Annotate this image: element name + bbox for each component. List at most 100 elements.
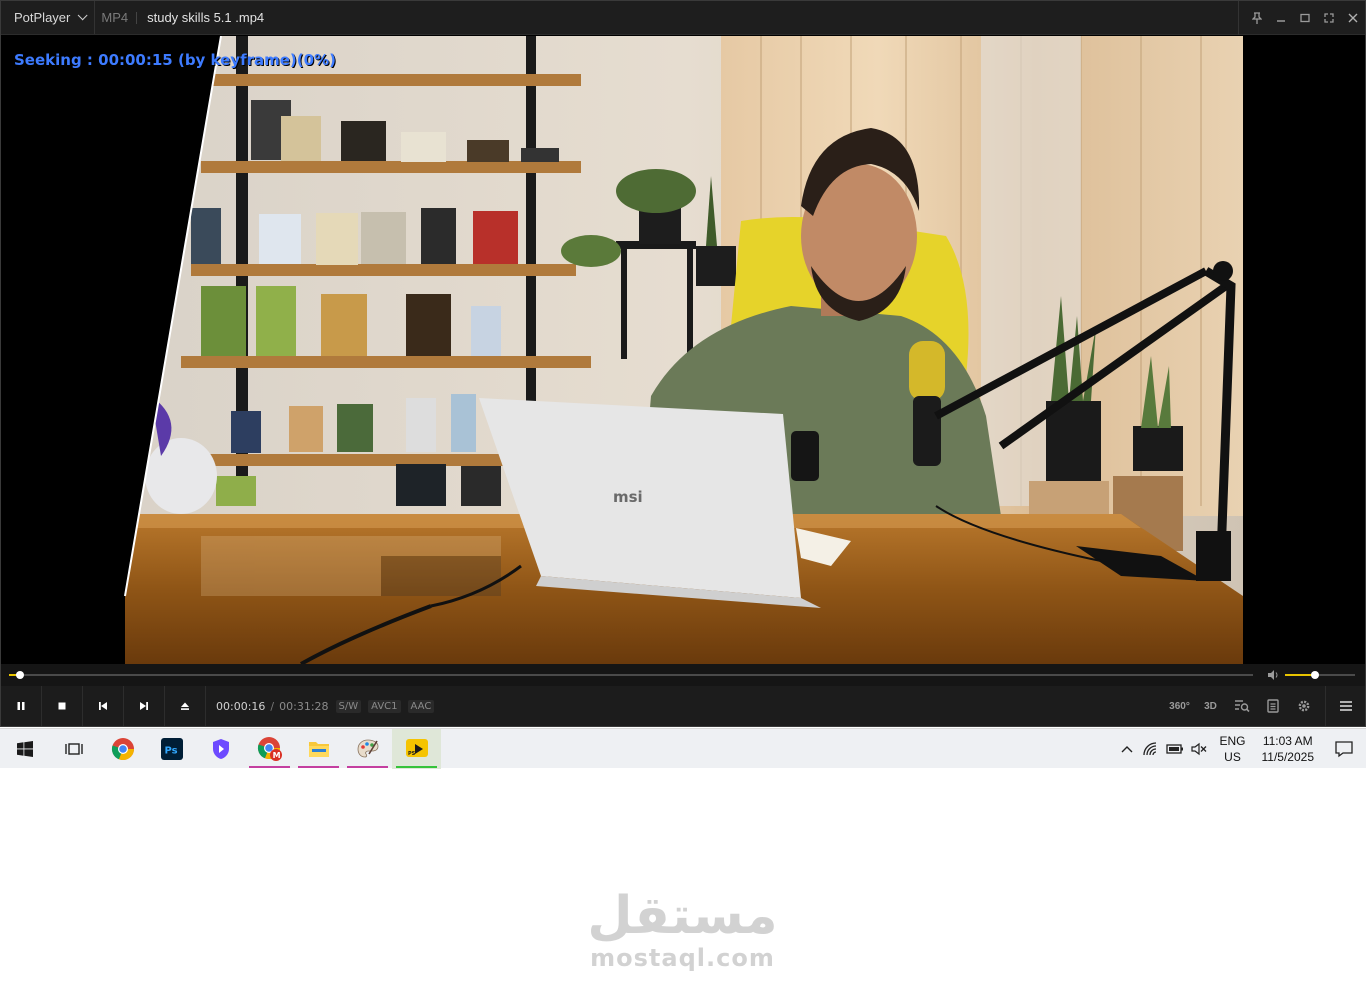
svg-text:msi: msi (613, 488, 643, 506)
stop-icon (58, 702, 66, 710)
system-tray: ENG US 11:03 AM 11/5/2025 (1115, 729, 1366, 769)
maximize-button[interactable] (1293, 6, 1317, 30)
volume-slider[interactable] (1285, 671, 1355, 679)
paint-taskbar-button[interactable] (343, 729, 392, 769)
clock-date: 11/5/2025 (1261, 750, 1315, 764)
keyboard-layout: US (1224, 750, 1241, 764)
svg-text:PS: PS (408, 751, 416, 757)
windows-taskbar: Ps M PS ENG US 11:03 AM 11/5/2025 (0, 728, 1366, 769)
time-separator: / (270, 699, 275, 713)
playlist-search-button[interactable] (1226, 686, 1257, 726)
stop-button[interactable] (42, 686, 83, 726)
video-frame: msi (124, 36, 1243, 664)
wifi-icon (1143, 742, 1157, 756)
running-indicator (347, 765, 388, 768)
minimize-button[interactable] (1269, 6, 1293, 30)
video-area[interactable]: Seeking : 00:00:15 (by keyframe)(0%) msi (1, 36, 1365, 664)
chevron-up-icon (1121, 746, 1133, 753)
proton-vpn-taskbar-button[interactable] (196, 729, 245, 769)
window-controls (1238, 1, 1365, 35)
language-indicator[interactable]: ENG US (1211, 733, 1253, 765)
chrome-taskbar-button[interactable] (98, 729, 147, 769)
3d-label: 3D (1204, 700, 1217, 712)
title-bar: PotPlayer MP4 study skills 5.1 .mp4 (1, 1, 1365, 35)
pause-icon (17, 702, 25, 710)
start-button[interactable] (0, 729, 49, 769)
control-bar: 00:00:16 / 00:31:28 S/W AVC1 AAC 360° 3D (1, 686, 1365, 726)
skip-next-icon (140, 702, 148, 710)
time-info: 00:00:16 / 00:31:28 S/W AVC1 AAC (206, 699, 435, 713)
volume-handle[interactable] (1311, 671, 1320, 679)
pin-icon (1252, 12, 1262, 24)
speaker-muted-icon (1191, 742, 1207, 756)
maximize-icon (1300, 13, 1310, 23)
decoder-tag[interactable]: S/W (335, 699, 362, 713)
close-button[interactable] (1341, 6, 1365, 30)
next-button[interactable] (124, 686, 165, 726)
seek-osd-text: Seeking : 00:00:15 (by keyframe)(0%) (14, 51, 336, 69)
total-time: 00:31:28 (279, 699, 329, 713)
network-button[interactable] (1139, 729, 1163, 769)
clock[interactable]: 11:03 AM 11/5/2025 (1254, 733, 1323, 765)
vr-360-button[interactable]: 360° (1164, 686, 1195, 726)
playlist-icon (1266, 699, 1279, 713)
chrome-icon (111, 737, 134, 760)
running-indicator (298, 765, 339, 768)
task-view-button[interactable] (49, 729, 98, 769)
volume-icon[interactable] (1267, 669, 1279, 681)
clock-time: 11:03 AM (1262, 734, 1313, 748)
volume-tray-button[interactable] (1187, 729, 1211, 769)
watermark-arabic: مستقل (587, 886, 778, 946)
potplayer-icon: PS (405, 738, 428, 757)
format-label: MP4 (95, 11, 138, 24)
open-file-button[interactable] (165, 686, 206, 726)
photoshop-icon: Ps (160, 737, 183, 760)
file-explorer-taskbar-button[interactable] (294, 729, 343, 769)
notification-icon (1335, 741, 1353, 758)
skip-previous-icon (99, 702, 107, 710)
app-menu-button[interactable]: PotPlayer (1, 1, 96, 34)
gear-icon (1298, 700, 1309, 712)
close-icon (1348, 13, 1358, 23)
vr-360-label: 360° (1169, 700, 1190, 712)
chevron-down-icon (78, 10, 88, 21)
chrome-profile-icon: M (257, 736, 282, 761)
photoshop-taskbar-button[interactable]: Ps (147, 729, 196, 769)
seek-bar-row (1, 664, 1365, 686)
audio-codec-tag[interactable]: AAC (407, 699, 435, 713)
seek-handle[interactable] (15, 671, 24, 679)
fullscreen-icon (1324, 13, 1334, 23)
potplayer-window: PotPlayer MP4 study skills 5.1 .mp4 Seek… (0, 0, 1366, 727)
folder-icon (308, 741, 329, 757)
watermark: مستقل mostaql.com (580, 888, 785, 972)
settings-button[interactable] (1288, 686, 1319, 726)
fullscreen-button[interactable] (1317, 6, 1341, 30)
shield-icon (212, 738, 229, 759)
video-codec-tag[interactable]: AVC1 (368, 699, 401, 713)
seek-bar[interactable] (9, 671, 1253, 679)
file-title: study skills 5.1 .mp4 (147, 10, 265, 25)
playlist-button[interactable] (1257, 686, 1288, 726)
chrome-profile-taskbar-button[interactable]: M (245, 729, 294, 769)
eject-icon (181, 702, 189, 710)
svg-text:Ps: Ps (164, 745, 177, 756)
battery-icon (1166, 744, 1184, 754)
app-name: PotPlayer (14, 10, 71, 25)
main-menu-button[interactable] (1325, 686, 1365, 726)
windows-icon (16, 740, 33, 757)
pin-button[interactable] (1245, 6, 1269, 30)
pause-button[interactable] (1, 686, 42, 726)
previous-button[interactable] (83, 686, 124, 726)
current-time: 00:00:16 (216, 699, 266, 713)
potplayer-taskbar-button[interactable]: PS (392, 728, 441, 769)
show-hidden-icons-button[interactable] (1115, 729, 1139, 769)
3d-button[interactable]: 3D (1195, 686, 1226, 726)
paint-palette-icon (357, 739, 378, 757)
task-view-icon (64, 742, 83, 755)
battery-button[interactable] (1163, 729, 1187, 769)
list-search-icon (1234, 700, 1250, 713)
active-indicator (396, 765, 437, 768)
minimize-icon (1277, 20, 1285, 22)
action-center-button[interactable] (1322, 729, 1366, 769)
right-controls: 360° 3D (1164, 686, 1365, 726)
